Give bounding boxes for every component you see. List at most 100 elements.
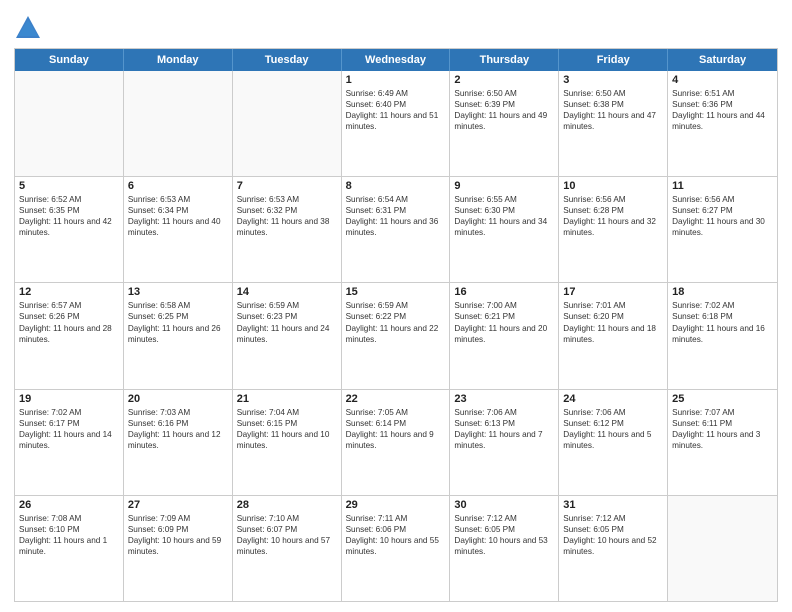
day-details: Sunrise: 6:56 AM Sunset: 6:27 PM Dayligh…	[672, 194, 773, 238]
day-details: Sunrise: 6:51 AM Sunset: 6:36 PM Dayligh…	[672, 88, 773, 132]
day-cell-2: 2 Sunrise: 6:50 AM Sunset: 6:39 PM Daylig…	[450, 71, 559, 176]
day-number: 18	[672, 286, 773, 298]
day-number: 16	[454, 286, 554, 298]
day-number: 24	[563, 393, 663, 405]
day-cell-9: 9 Sunrise: 6:55 AM Sunset: 6:30 PM Daylig…	[450, 177, 559, 282]
day-number: 10	[563, 180, 663, 192]
day-cell-21: 21 Sunrise: 7:04 AM Sunset: 6:15 PM Dayli…	[233, 390, 342, 495]
day-number: 12	[19, 286, 119, 298]
day-details: Sunrise: 7:06 AM Sunset: 6:12 PM Dayligh…	[563, 407, 663, 451]
day-number: 28	[237, 499, 337, 511]
day-details: Sunrise: 7:12 AM Sunset: 6:05 PM Dayligh…	[563, 513, 663, 557]
day-details: Sunrise: 6:53 AM Sunset: 6:34 PM Dayligh…	[128, 194, 228, 238]
header-day-sunday: Sunday	[15, 49, 124, 71]
day-details: Sunrise: 7:10 AM Sunset: 6:07 PM Dayligh…	[237, 513, 337, 557]
day-details: Sunrise: 6:55 AM Sunset: 6:30 PM Dayligh…	[454, 194, 554, 238]
day-details: Sunrise: 7:03 AM Sunset: 6:16 PM Dayligh…	[128, 407, 228, 451]
day-details: Sunrise: 7:02 AM Sunset: 6:18 PM Dayligh…	[672, 300, 773, 344]
day-details: Sunrise: 6:59 AM Sunset: 6:22 PM Dayligh…	[346, 300, 446, 344]
calendar-body: 1Sunrise: 6:49 AM Sunset: 6:40 PM Daylig…	[15, 71, 777, 601]
day-cell-22: 22 Sunrise: 7:05 AM Sunset: 6:14 PM Dayli…	[342, 390, 451, 495]
calendar-row-1: 1Sunrise: 6:49 AM Sunset: 6:40 PM Daylig…	[15, 71, 777, 176]
day-cell-25: 25 Sunrise: 7:07 AM Sunset: 6:11 PM Dayli…	[668, 390, 777, 495]
empty-cell	[124, 71, 233, 176]
day-number: 1	[346, 74, 446, 86]
day-number: 11	[672, 180, 773, 192]
day-details: Sunrise: 6:56 AM Sunset: 6:28 PM Dayligh…	[563, 194, 663, 238]
header-day-thursday: Thursday	[450, 49, 559, 71]
day-details: Sunrise: 7:07 AM Sunset: 6:11 PM Dayligh…	[672, 407, 773, 451]
day-number: 21	[237, 393, 337, 405]
day-details: Sunrise: 7:06 AM Sunset: 6:13 PM Dayligh…	[454, 407, 554, 451]
day-details: Sunrise: 6:52 AM Sunset: 6:35 PM Dayligh…	[19, 194, 119, 238]
day-details: Sunrise: 6:50 AM Sunset: 6:39 PM Dayligh…	[454, 88, 554, 132]
header-day-monday: Monday	[124, 49, 233, 71]
day-cell-30: 30 Sunrise: 7:12 AM Sunset: 6:05 PM Dayli…	[450, 496, 559, 601]
day-number: 29	[346, 499, 446, 511]
day-number: 22	[346, 393, 446, 405]
day-number: 13	[128, 286, 228, 298]
day-cell-1: 1Sunrise: 6:49 AM Sunset: 6:40 PM Daylig…	[342, 71, 451, 176]
page: SundayMondayTuesdayWednesdayThursdayFrid…	[0, 0, 792, 612]
day-cell-7: 7 Sunrise: 6:53 AM Sunset: 6:32 PM Daylig…	[233, 177, 342, 282]
day-cell-3: 3Sunrise: 6:50 AM Sunset: 6:38 PM Daylig…	[559, 71, 668, 176]
day-cell-17: 17 Sunrise: 7:01 AM Sunset: 6:20 PM Dayli…	[559, 283, 668, 388]
day-details: Sunrise: 7:04 AM Sunset: 6:15 PM Dayligh…	[237, 407, 337, 451]
day-number: 26	[19, 499, 119, 511]
logo-icon	[14, 14, 42, 42]
day-cell-31: 31 Sunrise: 7:12 AM Sunset: 6:05 PM Dayli…	[559, 496, 668, 601]
day-cell-11: 11 Sunrise: 6:56 AM Sunset: 6:27 PM Dayli…	[668, 177, 777, 282]
empty-cell	[233, 71, 342, 176]
day-cell-18: 18 Sunrise: 7:02 AM Sunset: 6:18 PM Dayli…	[668, 283, 777, 388]
day-cell-6: 6 Sunrise: 6:53 AM Sunset: 6:34 PM Daylig…	[124, 177, 233, 282]
day-number: 15	[346, 286, 446, 298]
day-cell-10: 10 Sunrise: 6:56 AM Sunset: 6:28 PM Dayli…	[559, 177, 668, 282]
day-number: 25	[672, 393, 773, 405]
day-details: Sunrise: 6:53 AM Sunset: 6:32 PM Dayligh…	[237, 194, 337, 238]
day-number: 19	[19, 393, 119, 405]
calendar-row-4: 19 Sunrise: 7:02 AM Sunset: 6:17 PM Dayli…	[15, 389, 777, 495]
day-details: Sunrise: 7:12 AM Sunset: 6:05 PM Dayligh…	[454, 513, 554, 557]
day-cell-12: 12Sunrise: 6:57 AM Sunset: 6:26 PM Dayli…	[15, 283, 124, 388]
day-details: Sunrise: 7:02 AM Sunset: 6:17 PM Dayligh…	[19, 407, 119, 451]
day-details: Sunrise: 6:50 AM Sunset: 6:38 PM Dayligh…	[563, 88, 663, 132]
day-details: Sunrise: 7:11 AM Sunset: 6:06 PM Dayligh…	[346, 513, 446, 557]
calendar: SundayMondayTuesdayWednesdayThursdayFrid…	[14, 48, 778, 602]
logo	[14, 14, 46, 42]
day-cell-5: 5 Sunrise: 6:52 AM Sunset: 6:35 PM Daylig…	[15, 177, 124, 282]
header-day-saturday: Saturday	[668, 49, 777, 71]
day-details: Sunrise: 6:58 AM Sunset: 6:25 PM Dayligh…	[128, 300, 228, 344]
day-cell-15: 15 Sunrise: 6:59 AM Sunset: 6:22 PM Dayli…	[342, 283, 451, 388]
day-number: 27	[128, 499, 228, 511]
empty-cell	[15, 71, 124, 176]
calendar-row-2: 5 Sunrise: 6:52 AM Sunset: 6:35 PM Daylig…	[15, 176, 777, 282]
day-details: Sunrise: 7:00 AM Sunset: 6:21 PM Dayligh…	[454, 300, 554, 344]
calendar-row-3: 12Sunrise: 6:57 AM Sunset: 6:26 PM Dayli…	[15, 282, 777, 388]
day-details: Sunrise: 7:05 AM Sunset: 6:14 PM Dayligh…	[346, 407, 446, 451]
day-details: Sunrise: 7:08 AM Sunset: 6:10 PM Dayligh…	[19, 513, 119, 557]
day-cell-4: 4 Sunrise: 6:51 AM Sunset: 6:36 PM Daylig…	[668, 71, 777, 176]
day-number: 17	[563, 286, 663, 298]
day-number: 14	[237, 286, 337, 298]
day-details: Sunrise: 7:09 AM Sunset: 6:09 PM Dayligh…	[128, 513, 228, 557]
day-number: 2	[454, 74, 554, 86]
day-cell-20: 20 Sunrise: 7:03 AM Sunset: 6:16 PM Dayli…	[124, 390, 233, 495]
day-number: 6	[128, 180, 228, 192]
day-number: 5	[19, 180, 119, 192]
day-number: 30	[454, 499, 554, 511]
day-number: 7	[237, 180, 337, 192]
day-details: Sunrise: 7:01 AM Sunset: 6:20 PM Dayligh…	[563, 300, 663, 344]
day-number: 20	[128, 393, 228, 405]
day-number: 8	[346, 180, 446, 192]
day-cell-13: 13 Sunrise: 6:58 AM Sunset: 6:25 PM Dayli…	[124, 283, 233, 388]
header-day-friday: Friday	[559, 49, 668, 71]
day-number: 9	[454, 180, 554, 192]
day-number: 31	[563, 499, 663, 511]
day-cell-19: 19 Sunrise: 7:02 AM Sunset: 6:17 PM Dayli…	[15, 390, 124, 495]
day-cell-28: 28 Sunrise: 7:10 AM Sunset: 6:07 PM Dayli…	[233, 496, 342, 601]
day-number: 4	[672, 74, 773, 86]
calendar-row-5: 26 Sunrise: 7:08 AM Sunset: 6:10 PM Dayli…	[15, 495, 777, 601]
header-day-wednesday: Wednesday	[342, 49, 451, 71]
day-cell-27: 27 Sunrise: 7:09 AM Sunset: 6:09 PM Dayli…	[124, 496, 233, 601]
calendar-header: SundayMondayTuesdayWednesdayThursdayFrid…	[15, 49, 777, 71]
